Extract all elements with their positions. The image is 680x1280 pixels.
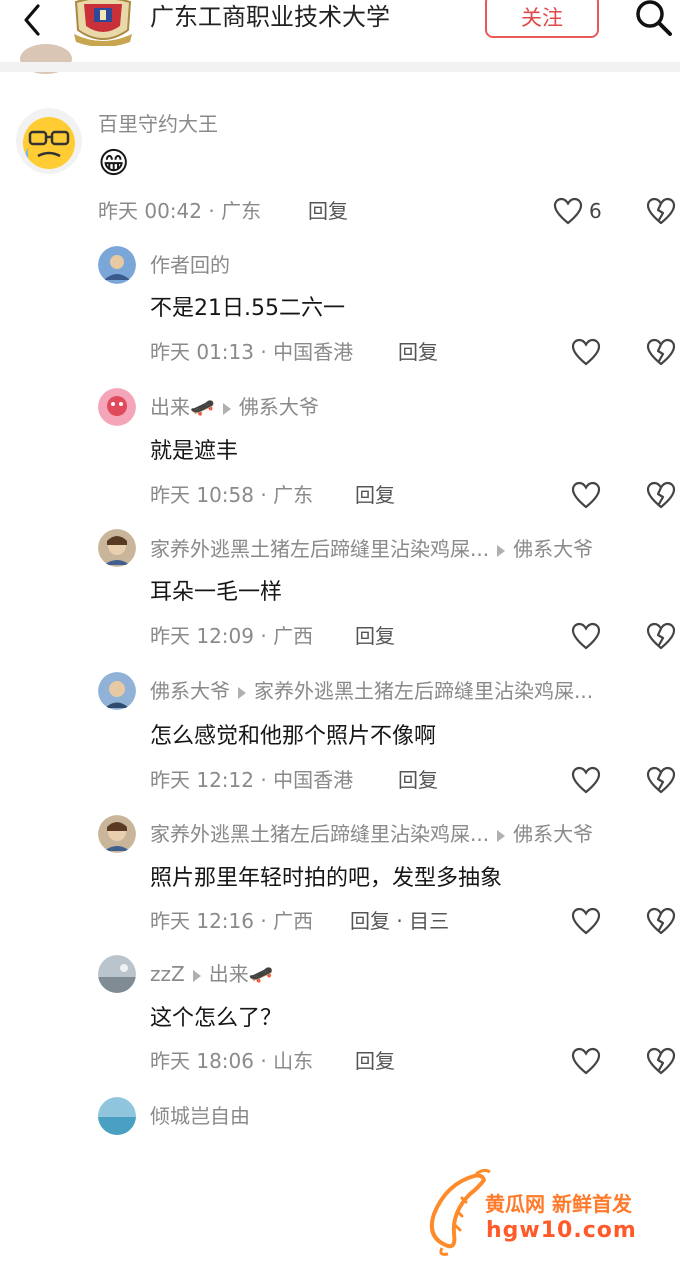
broken-heart-icon[interactable] (646, 1047, 676, 1075)
reply-timestamp: 昨天 12:09 · 广西 (150, 624, 314, 648)
avatar[interactable] (98, 1097, 136, 1135)
reply-button[interactable]: 回复 (355, 1047, 395, 1075)
reply-to-username[interactable]: 家养外逃黑土猪左后蹄缝里沾染鸡屎... (254, 679, 593, 703)
reply-to-username[interactable]: 出来🛹 (209, 962, 274, 986)
broken-heart-icon[interactable] (646, 197, 676, 225)
watermark-text: 黄瓜网 新鲜首发 (485, 1192, 632, 1216)
search-icon[interactable] (632, 0, 674, 38)
heart-icon[interactable] (571, 481, 601, 509)
avatar[interactable] (98, 955, 136, 993)
reply-username[interactable]: 作者回的 (150, 251, 230, 279)
reply-timestamp: 昨天 12:12 · 中国香港 (150, 768, 354, 792)
reply-username-line: 出来🛹 佛系大爷 (150, 393, 319, 421)
broken-heart-icon[interactable] (646, 338, 676, 366)
broken-heart-icon[interactable] (646, 481, 676, 509)
reply-timestamp: 昨天 12:16 · 广西 (150, 909, 314, 933)
reply-username[interactable]: 佛系大爷 (150, 679, 230, 703)
university-logo (74, 0, 132, 46)
reply-text: 这个怎么了？ (150, 1006, 283, 1031)
reply-username[interactable]: zzZ (150, 962, 185, 986)
reply-button[interactable]: 回复 (398, 766, 438, 794)
back-arrow-icon[interactable] (14, 2, 50, 38)
follow-button[interactable]: 关注 (485, 0, 599, 38)
reply-text: 就是遮丰 (150, 439, 239, 464)
comment-timestamp: 昨天 00:42 · 广东 (98, 199, 262, 223)
reply-to-username[interactable]: 佛系大爷 (513, 537, 593, 561)
reply-button[interactable]: 回复 (355, 622, 395, 650)
reply-username[interactable]: 家养外逃黑土猪左后蹄缝里沾染鸡屎... (150, 822, 489, 846)
reply-to-username[interactable]: 佛系大爷 (239, 395, 319, 419)
heart-icon[interactable] (553, 197, 583, 225)
avatar[interactable] (98, 672, 136, 710)
reply-text: 照片那里年轻时拍的吧，发型多抽象 (150, 866, 503, 891)
reply-username-line: zzZ 出来🛹 (150, 960, 274, 988)
reply-text: 不是21日.55二六一 (150, 296, 345, 321)
reply-arrow-icon (497, 544, 506, 557)
broken-heart-icon[interactable] (646, 766, 676, 794)
reply-timestamp: 昨天 10:58 · 广东 (150, 483, 314, 507)
reply-text: 耳朵一毛一样 (150, 580, 283, 605)
reply-username[interactable]: 倾城岂自由 (150, 1102, 250, 1130)
broken-heart-icon[interactable] (646, 622, 676, 650)
reply-button[interactable]: 回复 (355, 481, 395, 509)
top-bar: 广东工商职业技术大学 关注 (0, 0, 680, 62)
avatar[interactable] (98, 815, 136, 853)
reply-username[interactable]: 家养外逃黑土猪左后蹄缝里沾染鸡屎... (150, 537, 489, 561)
reply-username[interactable]: 出来🛹 (150, 395, 215, 419)
reply-arrow-icon (222, 402, 231, 415)
heart-icon[interactable] (571, 338, 601, 366)
like-count: 6 (589, 199, 602, 223)
reply-username-line: 家养外逃黑土猪左后蹄缝里沾染鸡屎... 佛系大爷 (150, 535, 593, 563)
reply-button[interactable]: 回复 (398, 338, 438, 366)
page-title: 广东工商职业技术大学 (150, 3, 390, 31)
heart-icon[interactable] (571, 1047, 601, 1075)
reply-arrow-icon (192, 969, 201, 982)
reply-text: 怎么感觉和他那个照片不像啊 (150, 724, 437, 749)
reply-arrow-icon (497, 829, 506, 842)
watermark-url: hgw10.com (486, 1218, 637, 1243)
avatar[interactable] (98, 529, 136, 567)
reply-timestamp: 昨天 18:06 · 山东 (150, 1049, 314, 1073)
avatar[interactable] (98, 246, 136, 284)
avatar[interactable] (16, 108, 82, 174)
heart-icon[interactable] (571, 907, 601, 935)
divider (0, 62, 680, 72)
reply-button[interactable]: 回复 (308, 197, 348, 225)
reply-arrow-icon (238, 686, 246, 699)
heart-icon[interactable] (571, 766, 601, 794)
avatar[interactable] (98, 388, 136, 426)
reply-username-line: 家养外逃黑土猪左后蹄缝里沾染鸡屎... 佛系大爷 (150, 820, 593, 848)
comment-username[interactable]: 百里守约大王 (98, 110, 218, 138)
broken-heart-icon[interactable] (646, 907, 676, 935)
heart-icon[interactable] (571, 622, 601, 650)
reply-timestamp: 昨天 01:13 · 中国香港 (150, 340, 354, 364)
reply-button[interactable]: 回复 · 目三 (350, 907, 449, 935)
reply-username-line: 佛系大爷 家养外逃黑土猪左后蹄缝里沾染鸡屎... (150, 677, 593, 705)
reply-to-username[interactable]: 佛系大爷 (513, 822, 593, 846)
comment-emoji: 😁 (98, 146, 130, 181)
